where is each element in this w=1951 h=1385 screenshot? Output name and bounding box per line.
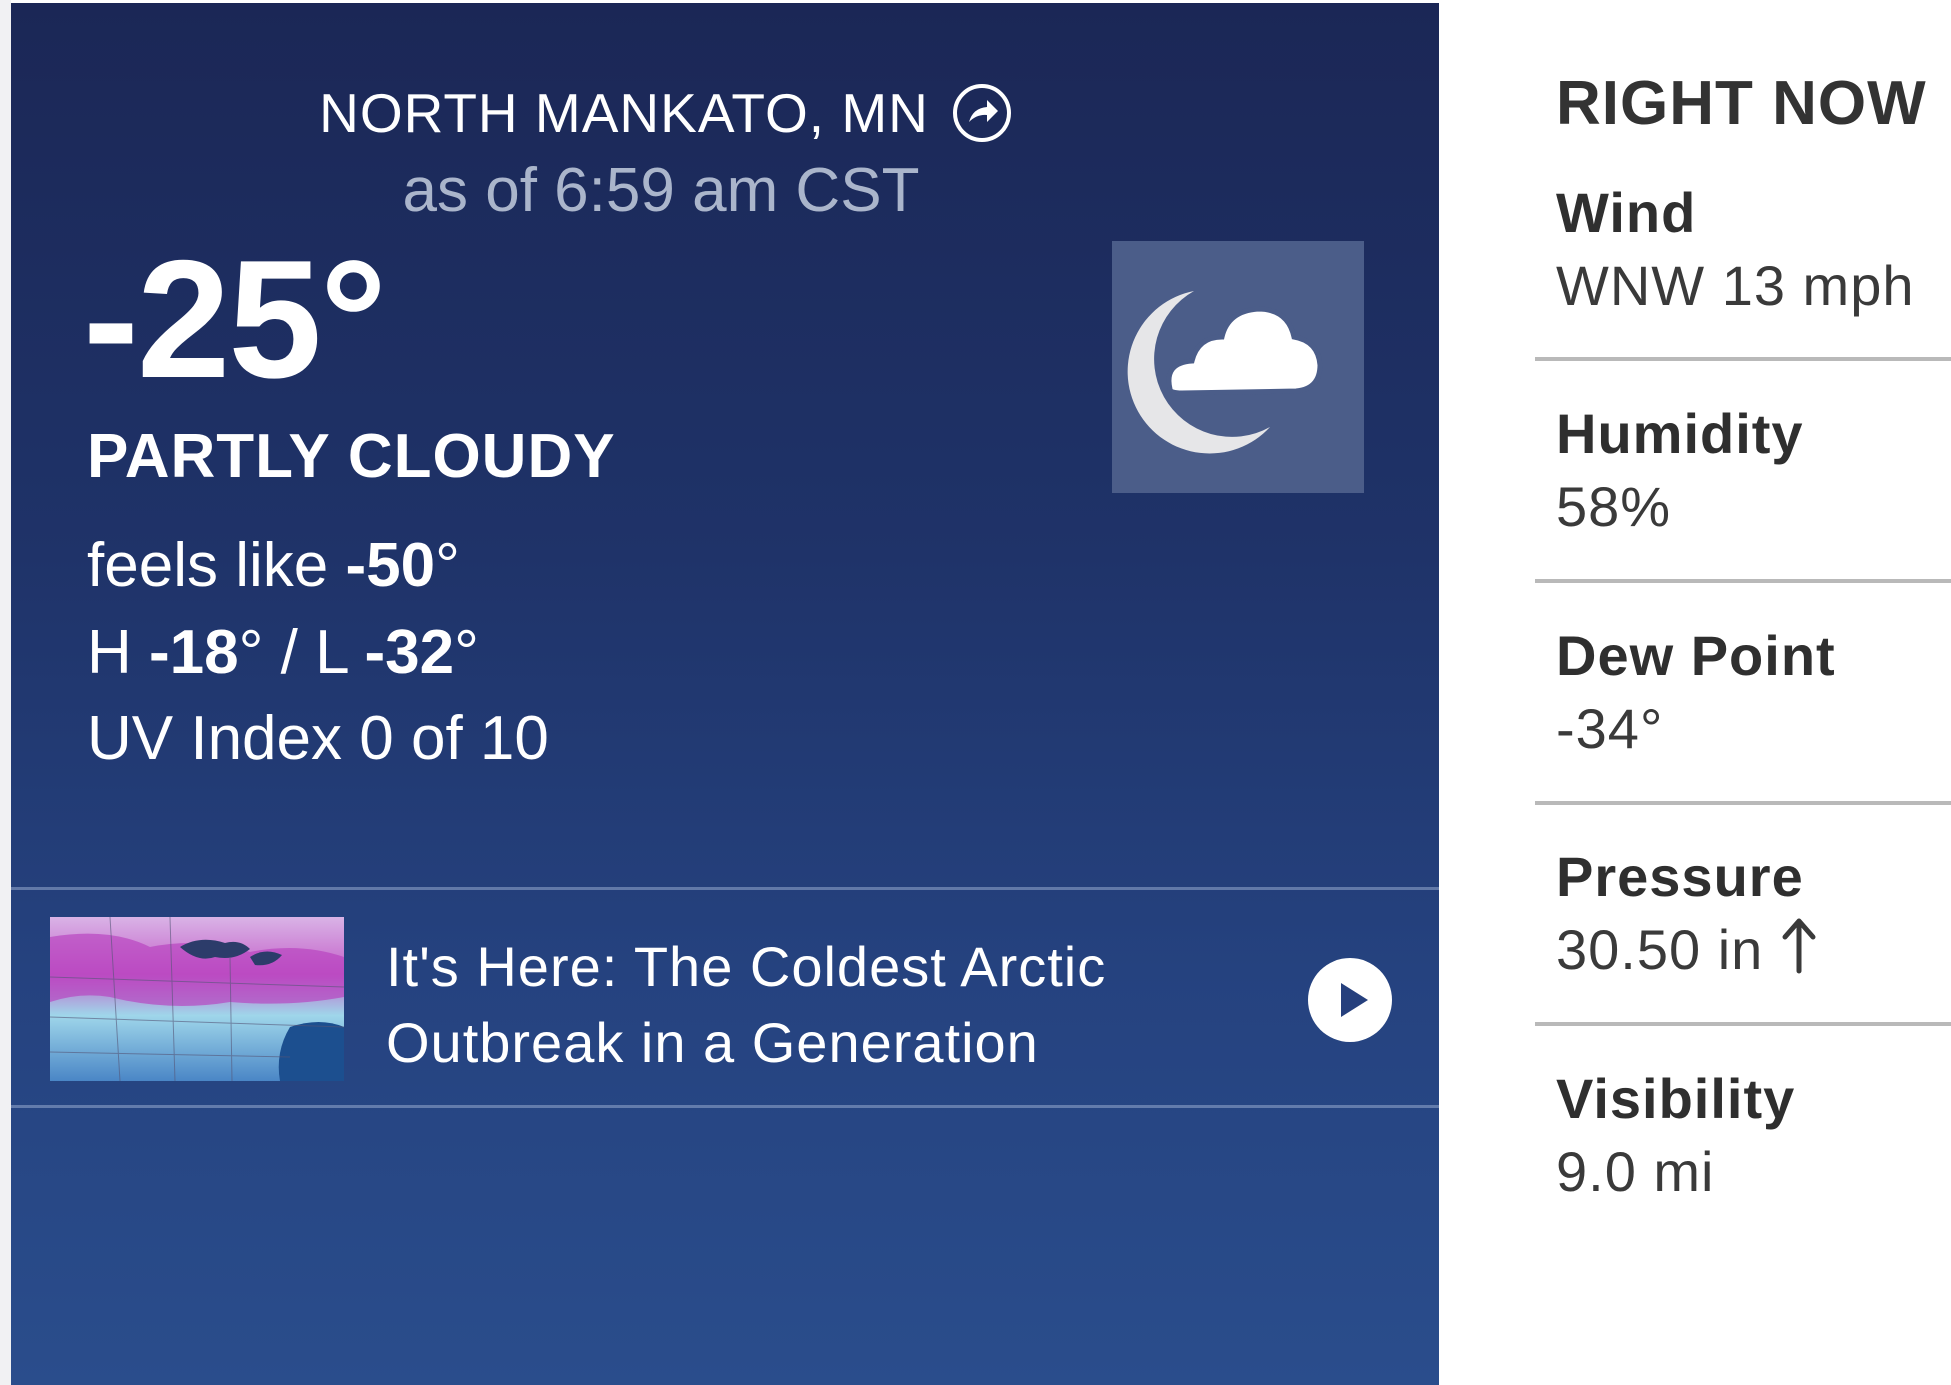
humidity-stat: Humidity 58%	[1556, 399, 1951, 545]
degree-symbol: °	[435, 531, 460, 600]
low-label: / L	[263, 618, 365, 687]
stat-label: Visibility	[1556, 1067, 1796, 1130]
right-now-title: RIGHT NOW	[1556, 69, 1927, 138]
location-name[interactable]: NORTH MANKATO, MN	[319, 81, 929, 145]
news-headline[interactable]: It's Here: The Coldest Arctic Outbreak i…	[386, 929, 1286, 1081]
high-label: H	[87, 618, 149, 687]
feels-like-label: feels like	[87, 531, 346, 600]
arrow-up-icon	[1782, 918, 1816, 974]
stat-divider	[1535, 579, 1951, 583]
stat-value: WNW 13 mph	[1556, 254, 1915, 317]
location-row[interactable]: NORTH MANKATO, MN	[11, 81, 1439, 149]
divider	[11, 1105, 1439, 1108]
degree-symbol: °	[454, 618, 479, 687]
stat-label: Wind	[1556, 181, 1697, 244]
stat-label: Pressure	[1556, 845, 1804, 908]
play-icon[interactable]	[1308, 958, 1392, 1042]
observation-time: as of 6:59 am CST	[402, 156, 920, 225]
arctic-map-thumbnail[interactable]	[50, 917, 344, 1081]
stat-value: 30.50 in	[1556, 912, 1951, 988]
current-conditions-panel: NORTH MANKATO, MN as of 6:59 am CST -25°…	[11, 3, 1439, 1385]
wind-stat: Wind WNW 13 mph	[1556, 178, 1951, 324]
weather-screen: NORTH MANKATO, MN as of 6:59 am CST -25°…	[0, 0, 1951, 1385]
degree-symbol: °	[238, 618, 264, 687]
condition-text: PARTLY CLOUDY	[87, 422, 616, 491]
divider	[11, 887, 1439, 890]
stat-label: Humidity	[1556, 402, 1804, 465]
stat-value: 58%	[1556, 475, 1672, 538]
news-item[interactable]: It's Here: The Coldest Arctic Outbreak i…	[11, 891, 1439, 1107]
stat-divider	[1535, 1022, 1951, 1026]
condition-icon-box	[1112, 241, 1364, 493]
navigate-arrow-icon[interactable]	[951, 82, 1013, 144]
stat-label: Dew Point	[1556, 624, 1836, 687]
stat-value: -34°	[1556, 697, 1664, 760]
pressure-value: 30.50 in	[1556, 918, 1764, 981]
left-edge-strip	[0, 0, 11, 1385]
stat-value: 9.0 mi	[1556, 1140, 1715, 1203]
stat-divider	[1535, 801, 1951, 805]
visibility-stat: Visibility 9.0 mi	[1556, 1064, 1951, 1210]
feels-like-value: -50	[345, 531, 436, 600]
uv-index: UV Index 0 of 10	[87, 704, 549, 773]
stat-divider	[1535, 357, 1951, 361]
moon-cloud-icon	[1127, 291, 1323, 454]
pressure-stat: Pressure 30.50 in	[1556, 842, 1951, 988]
high-value: -18	[149, 618, 239, 687]
current-temperature: -25°	[83, 225, 387, 413]
feels-like: feels like -50°	[87, 530, 460, 601]
high-low: H -18° / L -32°	[87, 617, 479, 688]
dew-point-stat: Dew Point -34°	[1556, 621, 1951, 767]
right-now-panel: RIGHT NOW Wind WNW 13 mph Humidity 58% D…	[1439, 0, 1951, 1385]
low-value: -32	[364, 618, 455, 687]
